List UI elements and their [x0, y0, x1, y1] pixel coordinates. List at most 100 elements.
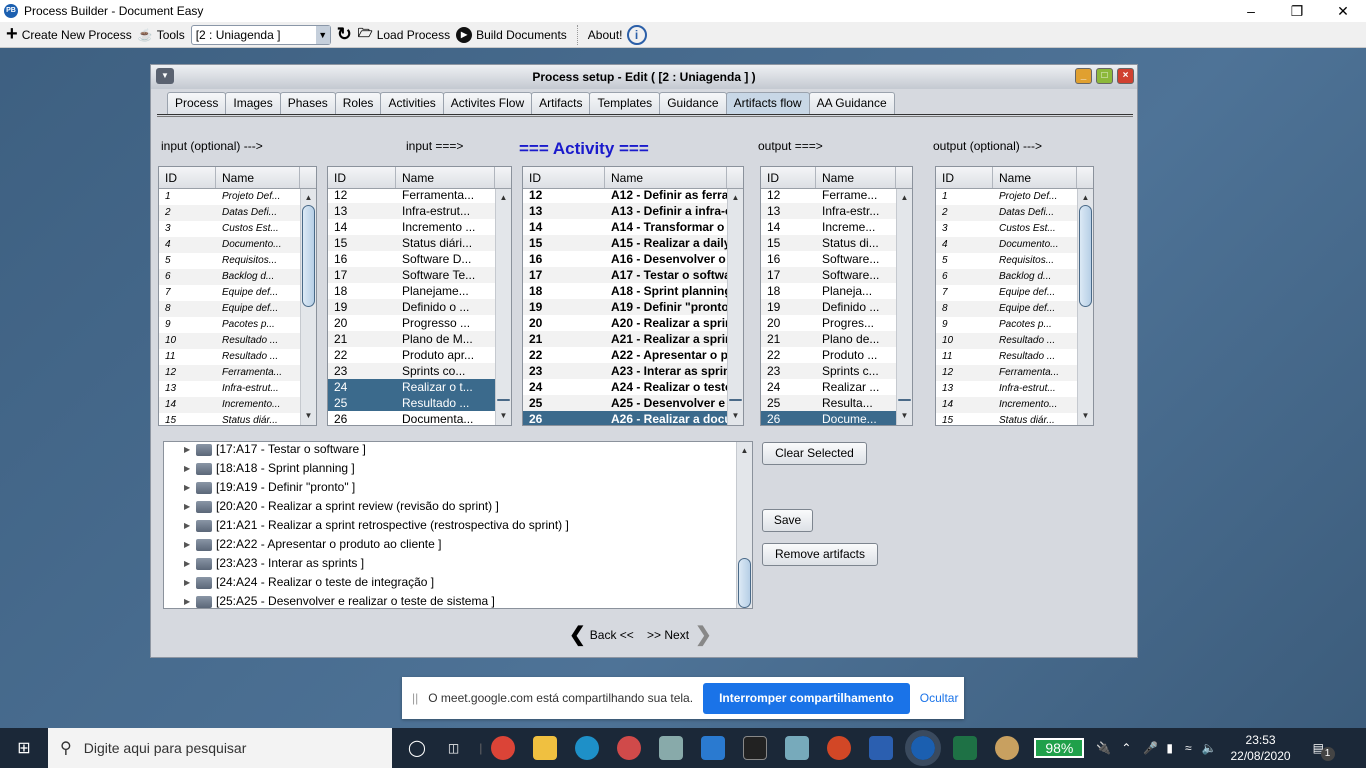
terminal-icon[interactable] — [743, 736, 768, 760]
scroll-thumb[interactable] — [302, 205, 315, 307]
table-row[interactable]: 26 A26 - Realizar a docum... — [523, 411, 727, 425]
window-menu-button[interactable]: ▼ — [156, 68, 174, 84]
create-new-process-button[interactable]: + Create New Process — [6, 23, 132, 46]
table-row[interactable]: 9 Pacotes p... — [936, 317, 1077, 333]
tab-roles[interactable]: Roles — [334, 92, 382, 114]
table-row[interactable]: 26 Documenta... — [328, 411, 495, 425]
tools-button[interactable]: ☕ Tools — [138, 28, 185, 42]
scroll-thumb[interactable] — [729, 399, 742, 401]
cortana-icon[interactable]: ◯ — [408, 738, 426, 758]
scroll-thumb[interactable] — [898, 399, 911, 401]
word-icon[interactable] — [869, 736, 894, 760]
tree-node[interactable]: ▶ [23:A23 - Interar as sprints ] — [164, 554, 736, 573]
table-row[interactable]: 5 Requisitos... — [936, 253, 1077, 269]
expand-arrow-icon[interactable]: ▶ — [184, 478, 196, 497]
table-row[interactable]: 21 Plano de M... — [328, 331, 495, 347]
table-row[interactable]: 19 Definido o ... — [328, 299, 495, 315]
microphone-icon[interactable]: 🎤 — [1143, 741, 1158, 755]
id-column-header[interactable]: ID — [159, 167, 216, 188]
task-view-icon[interactable]: ◫ — [448, 741, 459, 755]
save-button[interactable]: Save — [762, 509, 813, 532]
table-row[interactable]: 22 Produto ... — [761, 347, 896, 363]
clock[interactable]: 23:53 22/08/2020 — [1231, 732, 1291, 764]
table-row[interactable]: 16 Software D... — [328, 251, 495, 267]
table-row[interactable]: 19 A19 - Definir "pronto" — [523, 299, 727, 315]
table-row[interactable]: 19 Definido ... — [761, 299, 896, 315]
scroll-thumb[interactable] — [738, 558, 751, 608]
tree-node[interactable]: ▶ [21:A21 - Realizar a sprint retrospecti… — [164, 516, 736, 535]
table-row[interactable]: 1 Projeto Def... — [936, 189, 1077, 205]
table-row[interactable]: 15 Status diár... — [159, 413, 300, 425]
table-row[interactable]: 3 Custos Est... — [159, 221, 300, 237]
id-column-header[interactable]: ID — [761, 167, 816, 188]
tab-aa-guidance[interactable]: AA Guidance — [808, 92, 895, 114]
table-row[interactable]: 14 Increme... — [761, 219, 896, 235]
scroll-down-icon[interactable]: ▼ — [1078, 409, 1093, 423]
table-row[interactable]: 13 Infra-estrut... — [159, 381, 300, 397]
table-row[interactable]: 12 Ferramenta... — [936, 365, 1077, 381]
wifi-icon[interactable]: ≈ — [1185, 741, 1192, 755]
table-row[interactable]: 11 Resultado ... — [159, 349, 300, 365]
table-row[interactable]: 25 A25 - Desenvolver e re... — [523, 395, 727, 411]
table-row[interactable]: 21 Plano de... — [761, 331, 896, 347]
name-column-header[interactable]: Name — [993, 167, 1077, 188]
table-scrollbar[interactable]: ▲ ▼ — [896, 189, 912, 425]
tree-node[interactable]: ▶ [17:A17 - Testar o software ] — [164, 442, 736, 459]
table-row[interactable]: 26 Docume... — [761, 411, 896, 425]
window-minimize-button[interactable]: _ — [1075, 68, 1092, 84]
tab-process[interactable]: Process — [167, 92, 227, 114]
chrome-icon[interactable] — [491, 736, 516, 760]
hide-button[interactable]: Ocultar — [920, 691, 959, 705]
notifications-icon[interactable]: ▤ 1 — [1313, 741, 1335, 761]
table-row[interactable]: 6 Backlog d... — [936, 269, 1077, 285]
windows-start-icon[interactable]: ⊞ — [0, 738, 48, 758]
excel-icon[interactable] — [953, 736, 978, 760]
name-column-header[interactable]: Name — [605, 167, 727, 188]
table-row[interactable]: 4 Documento... — [936, 237, 1077, 253]
tree-node[interactable]: ▶ [19:A19 - Definir "pronto" ] — [164, 478, 736, 497]
tab-artifacts-flow[interactable]: Artifacts flow — [725, 92, 810, 114]
app-icon-2[interactable] — [785, 736, 810, 760]
process-select[interactable]: [2 : Uniagenda ] ▼ — [190, 24, 331, 45]
powerpoint-icon[interactable] — [827, 736, 852, 760]
table-row[interactable]: 24 Realizar ... — [761, 379, 896, 395]
tree-node[interactable]: ▶ [18:A18 - Sprint planning ] — [164, 459, 736, 478]
table-scrollbar[interactable]: ▲ ▼ — [300, 189, 316, 425]
table-row[interactable]: 12 Ferramenta... — [328, 187, 495, 203]
scroll-up-icon[interactable]: ▲ — [1078, 191, 1093, 205]
back-button[interactable]: ❮ Back << — [569, 622, 634, 647]
scroll-up-icon[interactable]: ▲ — [737, 444, 752, 458]
table-row[interactable]: 18 A18 - Sprint planning — [523, 283, 727, 299]
name-column-header[interactable]: Name — [816, 167, 896, 188]
table-row[interactable]: 13 A13 - Definir a infra-est... — [523, 203, 727, 219]
table-row[interactable]: 24 A24 - Realizar o teste d... — [523, 379, 727, 395]
table-row[interactable]: 10 Resultado ... — [159, 333, 300, 349]
tab-phases[interactable]: Phases — [279, 92, 336, 114]
id-column-header[interactable]: ID — [936, 167, 993, 188]
table-scrollbar[interactable]: ▲ ▼ — [1077, 189, 1093, 425]
edge-icon[interactable] — [575, 736, 600, 760]
stop-sharing-button[interactable]: Interromper compartilhamento — [703, 682, 910, 714]
about-button[interactable]: About! i — [588, 24, 647, 45]
name-column-header[interactable]: Name — [216, 167, 300, 188]
table-row[interactable]: 9 Pacotes p... — [159, 317, 300, 333]
table-row[interactable]: 14 Incremento ... — [328, 219, 495, 235]
table-row[interactable]: 14 Incremento... — [159, 397, 300, 413]
expand-arrow-icon[interactable]: ▶ — [184, 459, 196, 478]
window-close-button[interactable]: × — [1117, 68, 1134, 84]
file-explorer-icon[interactable] — [533, 736, 558, 760]
table-row[interactable]: 23 Sprints co... — [328, 363, 495, 379]
scroll-thumb[interactable] — [497, 399, 510, 401]
expand-arrow-icon[interactable]: ▶ — [184, 442, 196, 459]
tab-activities[interactable]: Activities — [380, 92, 444, 114]
expand-arrow-icon[interactable]: ▶ — [184, 573, 196, 592]
scroll-thumb[interactable] — [1079, 205, 1092, 307]
table-row[interactable]: 18 Planeja... — [761, 283, 896, 299]
table-row[interactable]: 17 A17 - Testar o software — [523, 267, 727, 283]
table-row[interactable]: 12 Ferrame... — [761, 187, 896, 203]
scroll-up-icon[interactable]: ▲ — [496, 191, 511, 205]
table-row[interactable]: 14 A14 - Transformar o ba... — [523, 219, 727, 235]
table-row[interactable]: 13 Infra-estr... — [761, 203, 896, 219]
scroll-up-icon[interactable]: ▲ — [728, 191, 743, 205]
battery-indicator[interactable]: 98% — [1034, 738, 1085, 758]
